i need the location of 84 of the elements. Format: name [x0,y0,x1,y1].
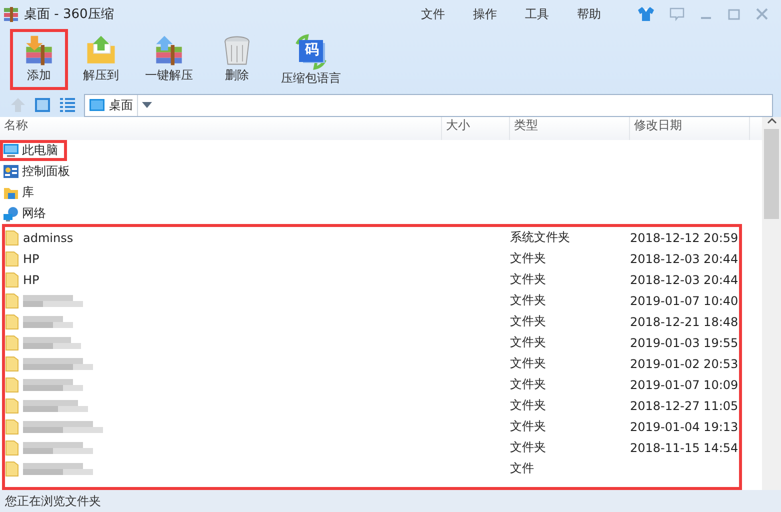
folder-icon [5,418,19,434]
file-type: 文件夹 [510,376,547,393]
file-type: 文件 [510,460,535,477]
blurred-text [23,336,81,350]
blurred-text [23,462,93,476]
list-view-icon[interactable] [59,97,76,113]
file-type: 文件夹 [510,292,547,309]
column-header[interactable]: 大小 [442,117,510,140]
place-item[interactable]: 库 [0,182,43,203]
file-name[interactable]: adminss [23,230,74,244]
folder-icon [5,250,19,266]
blurred-text [23,398,88,412]
menu-item[interactable]: 帮助 [577,6,629,22]
status-bar: 您正在浏览文件夹 [0,490,781,512]
blurred-text [23,356,93,370]
modified-date: 2019-01-07 10:09 [630,378,739,392]
blurred-text [23,314,73,328]
file-type: 文件夹 [510,439,547,456]
scroll-thumb[interactable] [764,129,779,219]
desktop-icon [89,98,105,112]
window-title: 桌面 - 360压缩 [24,6,115,23]
maximize-icon[interactable] [727,7,741,21]
computer-icon [3,142,19,158]
network-icon [3,206,19,222]
modified-date: 2018-12-12 20:59 [630,230,739,244]
folder-icon [5,398,19,414]
modified-date: 2018-12-03 20:44 [630,252,739,266]
column-header[interactable]: 修改日期 [630,117,750,140]
shirt-icon[interactable] [637,6,655,22]
column-header[interactable]: 类型 [510,117,630,140]
scroll-up-icon[interactable] [766,117,776,125]
blurred-text [23,440,93,454]
modified-date: 2018-12-27 11:05 [630,398,739,412]
file-type: 文件夹 [510,355,547,372]
folder-icon [5,272,19,288]
blurred-text [23,378,83,392]
file-type: 文件夹 [510,313,547,330]
folder-icon [5,440,19,456]
place-item[interactable]: 此电脑 [0,140,67,161]
toolbar-button[interactable]: 添加 [10,29,68,90]
folder-icon [5,460,19,476]
icon-label: 码 [304,41,320,59]
menu-item[interactable]: 操作 [473,6,525,22]
file-type: 文件夹 [510,418,547,435]
file-type: 文件夹 [510,397,547,414]
toolbar-button[interactable]: 一键解压 [134,29,204,90]
file-name[interactable]: HP [23,272,40,286]
toolbar-button[interactable]: 解压到 [72,29,130,90]
address-field[interactable]: 桌面 [84,94,773,116]
control-panel-icon [3,164,19,180]
modified-date: 2018-11-15 14:54 [630,440,739,454]
message-icon[interactable] [669,7,685,21]
language-icon [293,34,329,70]
place-item[interactable]: 网络 [0,203,55,224]
folder-icon [5,230,19,246]
toolbar-button[interactable]: 码 压缩包语言 [270,29,352,90]
modified-date: 2018-12-21 18:48 [630,314,739,328]
file-type: 文件夹 [510,250,547,267]
folder-icon [5,292,19,308]
modified-date: 2018-12-03 20:44 [630,272,739,286]
menu-item[interactable]: 工具 [525,6,577,22]
modified-date: 2019-01-03 19:55 [630,336,739,350]
dropdown-arrow-icon[interactable] [142,102,152,108]
modified-date: 2019-01-07 10:40 [630,294,739,308]
modified-date: 2019-01-04 19:13 [630,420,739,434]
large-icons-view-icon[interactable] [34,97,51,113]
folder-icon [5,376,19,392]
menu-item[interactable]: 文件 [421,6,473,22]
toolbar-button[interactable]: 删除 [208,29,266,90]
file-name[interactable]: HP [23,252,40,266]
file-type: 文件夹 [510,334,547,351]
blurred-text [23,294,83,308]
column-header[interactable]: 名称 [0,117,442,140]
folder-icon [5,356,19,372]
place-item[interactable]: 控制面板 [0,161,79,182]
folder-icon [5,334,19,350]
folder-icon [5,314,19,330]
file-type: 系统文件夹 [510,229,571,246]
modified-date: 2019-01-02 20:53 [630,356,739,370]
scrollbar[interactable] [762,117,781,490]
up-arrow-icon[interactable] [10,97,26,113]
archive-icon [3,6,19,22]
close-icon[interactable] [755,7,769,21]
file-type: 文件夹 [510,271,547,288]
